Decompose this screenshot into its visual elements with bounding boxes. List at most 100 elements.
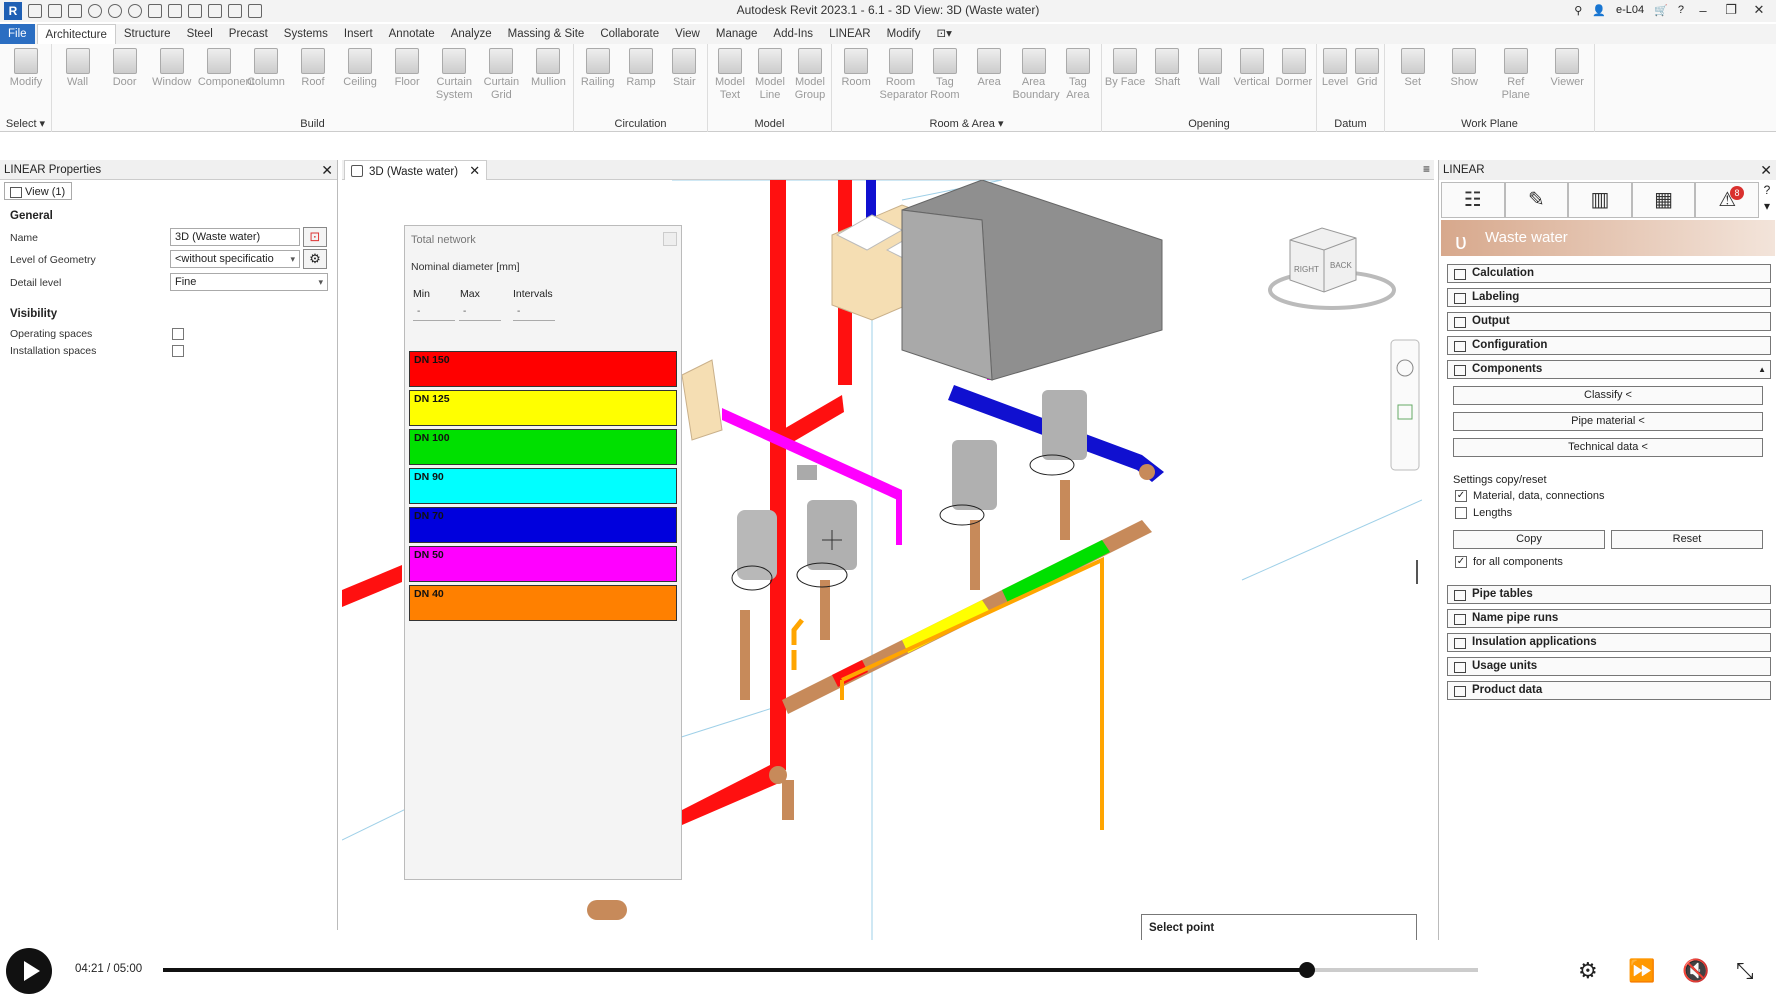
curtain-grid-button[interactable]: Curtain Grid — [480, 48, 522, 102]
ribbon-group-title[interactable]: Room & Area ▾ — [832, 117, 1101, 130]
drain-pipe[interactable] — [1060, 480, 1070, 540]
component-button[interactable]: Component — [198, 48, 255, 89]
tab-file[interactable]: File — [0, 24, 35, 44]
pipe-dn150[interactable] — [782, 395, 844, 446]
cart-icon[interactable]: 🛒 — [1654, 4, 1668, 17]
pipe-dn50-vertical[interactable] — [896, 495, 902, 545]
pipe-fitting[interactable] — [1139, 464, 1155, 480]
column-button[interactable]: Column — [245, 48, 287, 89]
mute-icon[interactable]: 🔇 — [1682, 958, 1709, 984]
lengths-checkbox[interactable] — [1455, 507, 1467, 519]
binoculars-icon[interactable]: ⚲ — [1574, 4, 1582, 17]
material-checkbox[interactable]: ✓ — [1455, 490, 1467, 502]
tab-3d-waste-water[interactable]: 3D (Waste water) ✕ — [344, 160, 488, 180]
close-window-button[interactable]: ✕ — [1750, 2, 1768, 18]
room-separator-button[interactable]: Room Separator — [880, 48, 928, 102]
minimize-button[interactable]: – — [1694, 3, 1712, 18]
sink-block[interactable] — [901, 209, 993, 381]
classify-button[interactable]: Classify < — [1453, 386, 1763, 405]
railing-button[interactable]: Railing — [577, 48, 619, 89]
ramp-button[interactable]: Ramp — [620, 48, 662, 89]
navigation-bar[interactable] — [1390, 339, 1420, 471]
window-button[interactable]: Window — [151, 48, 193, 89]
undo-icon[interactable] — [108, 4, 122, 18]
close-icon[interactable]: ✕ — [469, 163, 480, 178]
dormer-button[interactable]: Dormer — [1273, 48, 1315, 89]
viewcube-back-label[interactable]: BACK — [1330, 261, 1352, 270]
by-face-button[interactable]: By Face — [1104, 48, 1146, 89]
viewcube-right-label[interactable]: RIGHT — [1294, 265, 1319, 274]
tag-area-button[interactable]: Tag Area — [1057, 48, 1099, 102]
name-field[interactable]: 3D (Waste water) — [170, 228, 300, 246]
tag-room-button[interactable]: Tag Room — [924, 48, 966, 102]
copy-button[interactable]: Copy — [1453, 530, 1605, 549]
progress-knob[interactable] — [1299, 962, 1316, 978]
user-icon[interactable]: 👤 — [1592, 4, 1606, 17]
pipe-dn40[interactable] — [841, 556, 1104, 830]
drain-pipe[interactable] — [970, 520, 980, 590]
room-button[interactable]: Room — [835, 48, 877, 89]
section-labeling[interactable]: Labeling — [1447, 288, 1771, 307]
ceiling-button[interactable]: Ceiling — [339, 48, 381, 89]
3d-view-icon[interactable] — [208, 4, 222, 18]
roof-button[interactable]: Roof — [292, 48, 334, 89]
toilet[interactable] — [731, 510, 777, 591]
sync-icon[interactable] — [88, 4, 102, 18]
exit-fullscreen-icon[interactable]: ⤡ — [1736, 958, 1754, 984]
section-output[interactable]: Output — [1447, 312, 1771, 331]
help-icon[interactable]: ? — [1760, 182, 1774, 198]
close-icon[interactable]: ✕ — [321, 160, 333, 180]
ribbon-group-title[interactable]: Work Plane — [1385, 118, 1594, 130]
set-button[interactable]: Set — [1392, 48, 1434, 89]
pipe-dn40[interactable] — [791, 618, 804, 645]
ribbon-group-title[interactable]: Select ▾ — [0, 117, 51, 130]
tab-steel[interactable]: Steel — [179, 24, 221, 44]
save-icon[interactable] — [68, 4, 82, 18]
tab-architecture[interactable]: Architecture — [36, 24, 116, 44]
grid-icon[interactable]: ▦ — [1631, 182, 1696, 218]
tab-linear[interactable]: LINEAR — [821, 24, 879, 44]
section-pipe-tables[interactable]: Pipe tables — [1447, 585, 1771, 604]
operating-spaces-checkbox[interactable] — [172, 328, 184, 340]
tab-add-ins[interactable]: Add-Ins — [765, 24, 821, 44]
pipe-dn150-vertical[interactable] — [770, 180, 786, 770]
switch-windows-icon[interactable] — [248, 4, 262, 18]
floor-button[interactable]: Floor — [386, 48, 428, 89]
drain-pipe[interactable] — [820, 580, 830, 640]
drain-pipe[interactable] — [740, 610, 750, 700]
max-input[interactable]: - — [459, 306, 501, 321]
print-icon[interactable] — [148, 4, 162, 18]
help-icon[interactable]: ? — [1678, 4, 1684, 16]
home-icon[interactable] — [28, 4, 42, 18]
all-components-checkbox[interactable]: ✓ — [1455, 556, 1467, 568]
ref-plane-button[interactable]: Ref Plane — [1495, 48, 1537, 102]
collapse-icon[interactable]: ▾ — [1760, 198, 1774, 214]
view-cube[interactable]: RIGHT BACK — [1268, 227, 1396, 310]
splitter-handle[interactable] — [1416, 560, 1418, 584]
toilet[interactable] — [939, 440, 997, 526]
ribbon-group-title[interactable]: Circulation — [574, 118, 707, 130]
model-line-button[interactable]: Model Line — [749, 48, 791, 102]
progress-track[interactable] — [163, 962, 1478, 978]
section-product-data[interactable]: Product data — [1447, 681, 1771, 700]
section-configuration[interactable]: Configuration — [1447, 336, 1771, 355]
grid-button[interactable]: Grid — [1346, 48, 1388, 89]
pipe-dn100[interactable] — [1002, 540, 1110, 603]
tab-modify[interactable]: Modify — [879, 24, 929, 44]
wall-button[interactable]: Wall — [57, 48, 99, 89]
open-icon[interactable] — [48, 4, 62, 18]
ribbon-group-title[interactable]: Model — [708, 118, 831, 130]
tab-systems[interactable]: Systems — [276, 24, 336, 44]
play-button[interactable] — [6, 948, 52, 994]
section-name-pipe-runs[interactable]: Name pipe runs — [1447, 609, 1771, 628]
wall-button[interactable]: Wall — [1189, 48, 1231, 89]
viewer-button[interactable]: Viewer — [1546, 48, 1588, 89]
tab-view[interactable]: View — [667, 24, 708, 44]
measure-icon[interactable] — [168, 4, 182, 18]
section-insulation-applications[interactable]: Insulation applications — [1447, 633, 1771, 652]
tab-structure[interactable]: Structure — [116, 24, 179, 44]
ribbon-options-icon[interactable]: ⊡▾ — [928, 24, 959, 44]
section-icon[interactable] — [228, 4, 242, 18]
washbasin-cabinet[interactable] — [681, 359, 723, 441]
modify-button[interactable]: Modify — [5, 48, 47, 89]
